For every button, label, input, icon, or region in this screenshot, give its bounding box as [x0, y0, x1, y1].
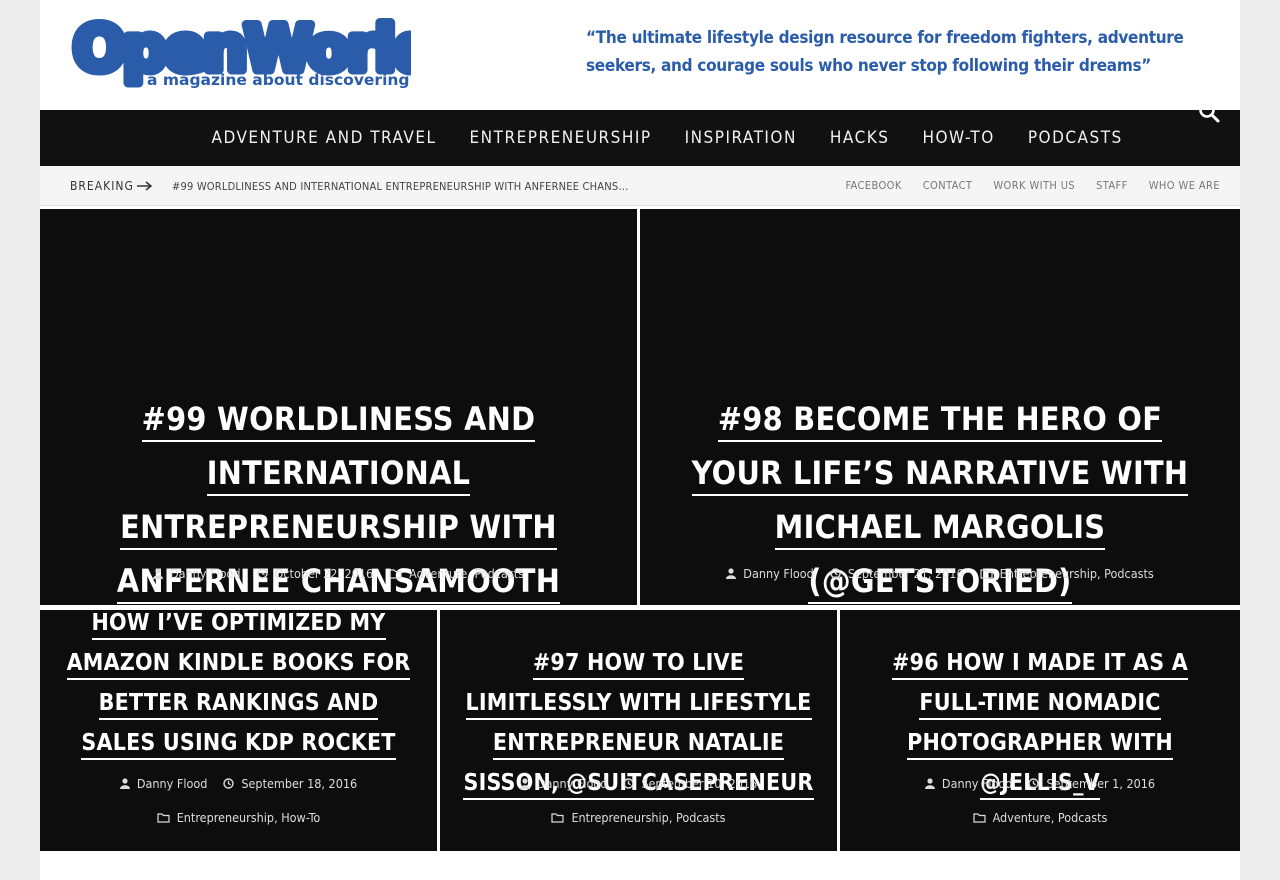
post-date: September 1, 2016 — [1046, 776, 1156, 791]
post-meta: Danny Flood September 21, 2016 Entrepren… — [640, 566, 1240, 581]
post-meta-categories: Adventure, Podcasts — [840, 810, 1240, 825]
top-link-work-with-us[interactable]: WORK WITH US — [993, 166, 1075, 206]
nav-item-entrepreneurship[interactable]: ENTREPRENEURSHIP — [453, 110, 668, 166]
post-category[interactable]: Adventure — [409, 566, 467, 581]
folder-icon — [389, 568, 402, 579]
user-icon — [726, 568, 737, 579]
user-icon — [119, 778, 130, 789]
folder-icon — [157, 812, 170, 823]
post-meta: Danny Flood October 22, 2016 Adventure, … — [40, 566, 637, 581]
nav-item-inspiration[interactable]: INSPIRATION — [668, 110, 813, 166]
post-date: September 18, 2016 — [241, 776, 358, 791]
main-nav: ADVENTURE AND TRAVEL ENTREPRENEURSHIP IN… — [40, 102, 1240, 166]
nav-item-how-to[interactable]: HOW-TO — [906, 110, 1011, 166]
post-author[interactable]: Danny Flood — [537, 776, 608, 791]
post-date: September 21, 2016 — [847, 566, 964, 581]
post-card[interactable]: How I’ve Optimized My Amazon Kindle Book… — [40, 610, 437, 851]
user-icon — [924, 778, 935, 789]
post-date: October 22, 2016 — [274, 566, 374, 581]
post-card[interactable]: #96 How I Made It as a Full-Time Nomadic… — [840, 610, 1240, 851]
page-wrapper: OpenWorld OpenWorld a magazine about dis… — [40, 0, 1240, 880]
post-category[interactable]: Podcasts — [1058, 810, 1108, 825]
logo-graphic: OpenWorld OpenWorld a magazine about dis… — [69, 8, 443, 90]
post-category[interactable]: Entrepreneurship — [571, 810, 668, 825]
post-author[interactable]: Danny Flood — [743, 566, 814, 581]
post-category[interactable]: How-To — [281, 810, 320, 825]
post-date: September 10, 2016 — [641, 776, 758, 791]
post-title[interactable]: How I’ve Optimized My Amazon Kindle Book… — [40, 610, 437, 763]
post-category[interactable]: Entrepreneurship — [1000, 566, 1097, 581]
user-icon — [152, 568, 163, 579]
post-meta: Danny Flood September 1, 2016 — [840, 776, 1240, 791]
folder-icon — [980, 568, 993, 579]
post-author[interactable]: Danny Flood — [942, 776, 1013, 791]
breaking-label: BREAKING — [70, 179, 134, 193]
post-category[interactable]: Podcasts — [676, 810, 726, 825]
post-meta: Danny Flood September 10, 2016 — [440, 776, 837, 791]
clock-icon — [623, 778, 635, 789]
top-link-contact[interactable]: CONTACT — [923, 166, 973, 206]
search-icon[interactable] — [1198, 101, 1220, 123]
post-category[interactable]: Adventure — [993, 810, 1051, 825]
main-nav-list: ADVENTURE AND TRAVEL ENTREPRENEURSHIP IN… — [195, 110, 1139, 166]
post-card[interactable]: #99 Worldliness and International Entrep… — [40, 209, 637, 605]
post-card[interactable]: #98 Become the Hero of Your Life’s Narra… — [640, 209, 1240, 605]
site-logo[interactable]: OpenWorld OpenWorld a magazine about dis… — [69, 8, 443, 90]
post-author[interactable]: Danny Flood — [170, 566, 241, 581]
top-link-who-we-are[interactable]: WHO WE ARE — [1149, 166, 1220, 206]
post-card[interactable]: #97 How to Live Limitlessly with Lifesty… — [440, 610, 837, 851]
site-tagline: “The ultimate lifestyle design resource … — [586, 28, 1184, 76]
nav-item-hacks[interactable]: HACKS — [813, 110, 906, 166]
post-meta: Danny Flood September 18, 2016 — [40, 776, 437, 791]
logo-subtitle: a magazine about discovering life — [147, 71, 411, 89]
post-meta-categories: Entrepreneurship, Podcasts — [440, 810, 837, 825]
clock-icon — [223, 778, 235, 789]
clock-icon — [256, 568, 268, 579]
user-icon — [519, 778, 530, 789]
post-meta-categories: Entrepreneurship, How-To — [40, 810, 437, 825]
nav-item-podcasts[interactable]: PODCASTS — [1011, 110, 1139, 166]
folder-icon — [551, 812, 565, 823]
nav-item-adventure-and-travel[interactable]: ADVENTURE AND TRAVEL — [195, 110, 453, 166]
post-category[interactable]: Podcasts — [1104, 566, 1154, 581]
long-arrow-right-icon — [137, 181, 153, 191]
top-links: FACEBOOK CONTACT WORK WITH US STAFF WHO … — [824, 166, 1220, 206]
breaking-ticker-link[interactable]: #99 WORLDLINESS AND INTERNATIONAL ENTREP… — [172, 166, 632, 208]
post-category[interactable]: Entrepreneurship — [177, 810, 274, 825]
top-link-staff[interactable]: STAFF — [1096, 166, 1128, 206]
breaking-bar: BREAKING #99 WORLDLINESS AND INTERNATION… — [40, 166, 1240, 206]
post-author[interactable]: Danny Flood — [137, 776, 208, 791]
clock-icon — [1028, 778, 1040, 789]
post-category[interactable]: Podcasts — [474, 566, 524, 581]
folder-icon — [972, 812, 986, 823]
clock-icon — [830, 568, 841, 579]
top-link-facebook[interactable]: FACEBOOK — [845, 166, 901, 206]
site-header: OpenWorld OpenWorld a magazine about dis… — [40, 0, 1240, 110]
